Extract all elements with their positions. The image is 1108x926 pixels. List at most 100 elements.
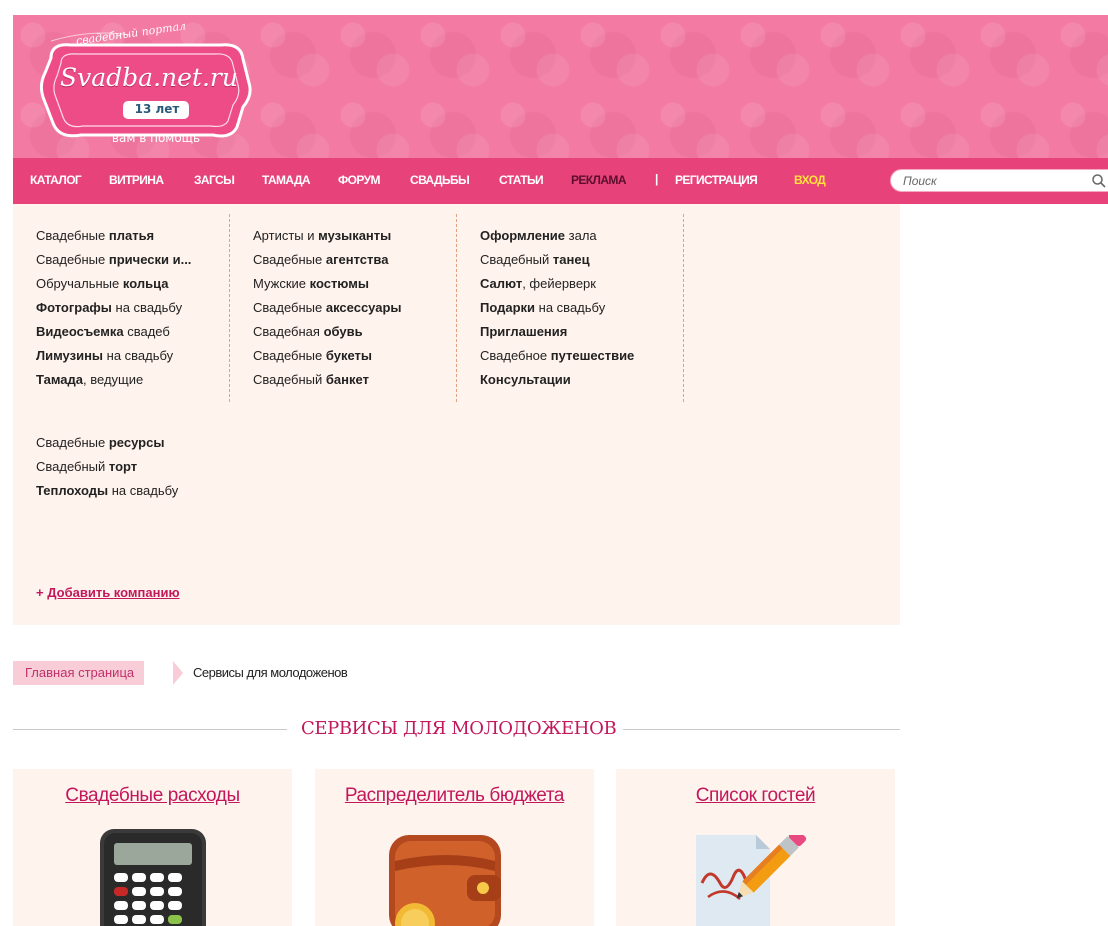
service-link-budget[interactable]: Распределитель бюджета <box>315 785 594 807</box>
catalog-link-part: прически и... <box>108 252 192 267</box>
catalog-column-3: Оформление зала Свадебный танец Салют, фей… <box>480 224 634 392</box>
catalog-link-part: кольца <box>122 276 169 291</box>
catalog-link-part: на свадьбу <box>535 300 606 315</box>
catalog-link[interactable]: Свадебные платья <box>36 224 191 248</box>
add-company-link[interactable]: + Добавить компанию <box>36 585 180 600</box>
catalog-link[interactable]: Тамада, ведущие <box>36 368 191 392</box>
service-card-guests: Список гостей <box>616 769 895 926</box>
catalog-link[interactable]: Свадебные прически и... <box>36 248 191 272</box>
catalog-link[interactable]: Фотографы на свадьбу <box>36 296 191 320</box>
nav-separator: | <box>655 172 659 186</box>
catalog-link[interactable]: Свадебный танец <box>480 248 634 272</box>
catalog-link-part: на свадьбу <box>103 348 174 363</box>
nav-item-login[interactable]: ВХОД <box>794 173 826 187</box>
catalog-link-part: Мужские <box>253 276 310 291</box>
catalog-link[interactable]: Свадебные агентства <box>253 248 402 272</box>
catalog-dropdown: Свадебные платья Свадебные прически и... О… <box>13 204 900 625</box>
nav-item-tamada[interactable]: ТАМАДА <box>262 173 311 187</box>
logo-years-badge: 13 лет <box>134 102 180 116</box>
catalog-link-part: Свадебные <box>36 228 109 243</box>
catalog-link-part: на свадьбу <box>111 300 183 315</box>
section-header: СЕРВИСЫ ДЛЯ МОЛОДОЖЕНОВ <box>13 718 900 742</box>
breadcrumb-current: Сервисы для молодоженов <box>193 665 348 680</box>
catalog-link[interactable]: Обручальные кольца <box>36 272 191 296</box>
catalog-link[interactable]: Подарки на свадьбу <box>480 296 634 320</box>
catalog-column-2: Артисты и музыканты Свадебные агентства Му… <box>253 224 402 392</box>
catalog-link-part: Видеосъемка <box>36 324 124 339</box>
catalog-link[interactable]: Свадебный торт <box>36 455 178 479</box>
section-title: СЕРВИСЫ ДЛЯ МОЛОДОЖЕНОВ <box>301 718 617 739</box>
catalog-link-part: букеты <box>325 348 372 363</box>
wallet-icon[interactable] <box>387 831 507 926</box>
catalog-link[interactable]: Артисты и музыканты <box>253 224 402 248</box>
nav-item-articles[interactable]: СТАТЬИ <box>499 173 544 187</box>
add-company-label: Добавить компанию <box>47 585 180 600</box>
nav-item-showcase[interactable]: ВИТРИНА <box>109 173 164 187</box>
catalog-link-part: Оформление <box>480 228 566 243</box>
catalog-link[interactable]: Свадебные букеты <box>253 344 402 368</box>
calculator-icon[interactable] <box>100 829 208 926</box>
catalog-link[interactable]: Мужские костюмы <box>253 272 402 296</box>
catalog-link-part: Артисты и <box>253 228 319 243</box>
catalog-link-part: Свадебные <box>253 300 326 315</box>
catalog-link[interactable]: Теплоходы на свадьбу <box>36 479 178 503</box>
catalog-link[interactable]: Свадебная обувь <box>253 320 402 344</box>
service-card-expenses: Свадебные расходы <box>13 769 292 926</box>
site-logo[interactable]: свадебный портал Svadba.net.ru 13 лет ва… <box>31 19 261 153</box>
catalog-link-part: Свадебная <box>253 324 324 339</box>
catalog-link[interactable]: Свадебные аксессуары <box>253 296 402 320</box>
nav-item-catalog[interactable]: КАТАЛОГ <box>30 173 82 187</box>
catalog-link-part: Лимузины <box>36 348 104 363</box>
catalog-link[interactable]: Свадебный банкет <box>253 368 402 392</box>
catalog-link[interactable]: Салют, фейерверк <box>480 272 634 296</box>
service-link-guests[interactable]: Список гостей <box>616 785 895 807</box>
catalog-link-part: Теплоходы <box>36 483 109 498</box>
catalog-link-part: обувь <box>323 324 363 339</box>
search-input[interactable] <box>903 173 1083 189</box>
nav-item-forum[interactable]: ФОРУМ <box>338 173 380 187</box>
column-divider <box>456 214 457 402</box>
logo-tagline-bottom: вам в помощь <box>111 131 201 145</box>
catalog-link-part: музыканты <box>318 228 392 243</box>
nav-item-registry-offices[interactable]: ЗАГСЫ <box>194 173 235 187</box>
search-icon[interactable] <box>1091 173 1107 189</box>
breadcrumb-arrow-icon <box>173 661 183 685</box>
catalog-link[interactable]: Приглашения <box>480 320 634 344</box>
catalog-link[interactable]: Консультации <box>480 368 634 392</box>
main-nav: КАТАЛОГ ВИТРИНА ЗАГСЫ ТАМАДА ФОРУМ СВАДЬ… <box>13 158 1108 204</box>
catalog-link-part: Свадебный <box>36 459 109 474</box>
catalog-link-part: Свадебные <box>253 348 326 363</box>
catalog-link-part: зала <box>565 228 597 243</box>
catalog-link-part: свадеб <box>123 324 170 339</box>
catalog-link-part: Фотографы <box>36 300 112 315</box>
catalog-link-part: агентства <box>325 252 389 267</box>
catalog-link-part: путешествие <box>550 348 635 363</box>
catalog-column-1: Свадебные платья Свадебные прически и... О… <box>36 224 191 392</box>
catalog-link-part: Подарки <box>480 300 536 315</box>
search-box <box>890 169 1108 192</box>
catalog-link-part: Обручальные <box>36 276 123 291</box>
catalog-link-part: Свадебные <box>253 252 326 267</box>
catalog-link[interactable]: Оформление зала <box>480 224 634 248</box>
catalog-link[interactable]: Видеосъемка свадеб <box>36 320 191 344</box>
catalog-link-part: Свадебное <box>480 348 551 363</box>
nav-item-weddings[interactable]: СВАДЬБЫ <box>410 173 470 187</box>
list-pencil-icon[interactable] <box>690 835 820 926</box>
catalog-column-4: Свадебные ресурсы Свадебный торт Теплоходы… <box>36 431 178 503</box>
catalog-link[interactable]: Свадебное путешествие <box>480 344 634 368</box>
catalog-link-part: Свадебный <box>480 252 553 267</box>
breadcrumb-home-link[interactable]: Главная страница <box>13 661 145 685</box>
logo-wordmark: Svadba.net.ru <box>60 63 238 92</box>
catalog-link[interactable]: Свадебные ресурсы <box>36 431 178 455</box>
catalog-link-part: Свадебные <box>36 252 109 267</box>
catalog-link-part: , фейерверк <box>522 276 596 291</box>
section-divider-left <box>13 729 287 730</box>
nav-item-registration[interactable]: РЕГИСТРАЦИЯ <box>675 173 758 187</box>
catalog-link-part: , ведущие <box>83 372 144 387</box>
site-header: свадебный портал Svadba.net.ru 13 лет ва… <box>13 15 1108 158</box>
catalog-link-part: костюмы <box>309 276 369 291</box>
nav-item-advertising[interactable]: РЕКЛАМА <box>571 173 626 187</box>
column-divider <box>683 214 684 402</box>
service-link-expenses[interactable]: Свадебные расходы <box>13 785 292 807</box>
catalog-link[interactable]: Лимузины на свадьбу <box>36 344 191 368</box>
